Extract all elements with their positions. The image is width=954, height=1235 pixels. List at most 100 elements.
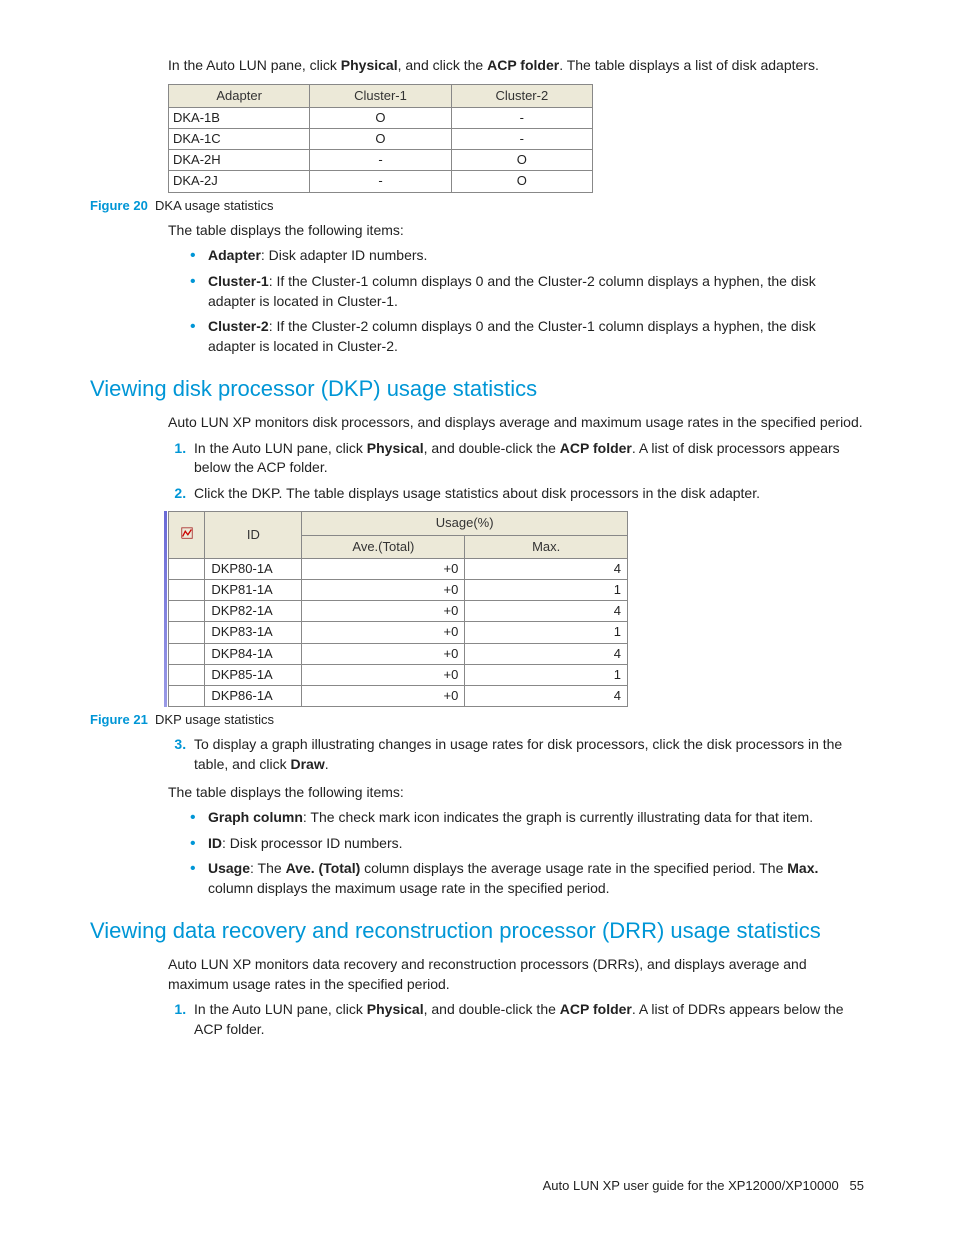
table-row: DKA-2H-O <box>169 150 593 171</box>
cell: - <box>310 150 451 171</box>
cell: 1 <box>465 580 628 601</box>
cell: O <box>451 150 592 171</box>
text: : If the Cluster-2 column displays 0 and… <box>208 318 816 354</box>
paragraph: Auto LUN XP monitors data recovery and r… <box>168 955 864 994</box>
table-row: DKP81-1A+01 <box>169 580 628 601</box>
bold-term: Cluster-1 <box>208 273 269 289</box>
cell: 4 <box>465 685 628 706</box>
figure-20-caption: Figure 20 DKA usage statistics <box>90 197 864 215</box>
scrollbar-indicator <box>164 511 167 707</box>
bold-term: Usage <box>208 860 250 876</box>
bold-max: Max. <box>787 860 818 876</box>
bold-acp-folder: ACP folder <box>487 57 559 73</box>
table-header-row: Adapter Cluster-1 Cluster-2 <box>169 84 593 107</box>
cell: +0 <box>302 580 465 601</box>
text: : If the Cluster-1 column displays 0 and… <box>208 273 816 309</box>
col-cluster2: Cluster-2 <box>451 84 592 107</box>
cell: - <box>451 128 592 149</box>
dka-table-wrap: Adapter Cluster-1 Cluster-2 DKA-1BO- DKA… <box>168 84 864 193</box>
text: , and double-click the <box>424 1001 560 1017</box>
paragraph: The table displays the following items: <box>168 783 864 803</box>
list-item: In the Auto LUN pane, click Physical, an… <box>190 439 864 478</box>
paragraph: The table displays the following items: <box>168 221 864 241</box>
figure-title: DKP usage statistics <box>155 712 274 727</box>
table-header-row: ID Usage(%) <box>169 512 628 535</box>
text: column displays the average usage rate i… <box>360 860 787 876</box>
dkp-table: ID Usage(%) Ave.(Total) Max. DKP80-1A+04… <box>168 511 628 707</box>
cell <box>169 622 205 643</box>
dkp-table-wrap: ID Usage(%) Ave.(Total) Max. DKP80-1A+04… <box>168 511 864 707</box>
table-row: DKP82-1A+04 <box>169 601 628 622</box>
bold-acp-folder: ACP folder <box>560 440 632 456</box>
cell: 4 <box>465 643 628 664</box>
text: In the Auto LUN pane, click <box>168 57 341 73</box>
cell: 4 <box>465 601 628 622</box>
figure-number: Figure 21 <box>90 712 148 727</box>
table-row: DKP84-1A+04 <box>169 643 628 664</box>
cell <box>169 664 205 685</box>
bold-term: Graph column <box>208 809 303 825</box>
text: . The table displays a list of disk adap… <box>559 57 819 73</box>
list-item: Cluster-1: If the Cluster-1 column displ… <box>190 272 864 311</box>
text: , and double-click the <box>424 440 560 456</box>
ordered-list-drr: In the Auto LUN pane, click Physical, an… <box>90 1000 864 1039</box>
cell: - <box>310 171 451 192</box>
cell: +0 <box>302 558 465 579</box>
heading-drr: Viewing data recovery and reconstruction… <box>90 916 864 947</box>
cell: DKA-1C <box>169 128 310 149</box>
table-row: DKP83-1A+01 <box>169 622 628 643</box>
page-footer: Auto LUN XP user guide for the XP12000/X… <box>543 1177 864 1195</box>
text: : The <box>250 860 286 876</box>
col-max: Max. <box>465 535 628 558</box>
cell: DKA-2H <box>169 150 310 171</box>
col-cluster1: Cluster-1 <box>310 84 451 107</box>
cell: DKP80-1A <box>205 558 302 579</box>
cell: +0 <box>302 643 465 664</box>
cell: DKP86-1A <box>205 685 302 706</box>
cell: +0 <box>302 622 465 643</box>
text: : The check mark icon indicates the grap… <box>303 809 813 825</box>
cell: DKP81-1A <box>205 580 302 601</box>
text: column displays the maximum usage rate i… <box>208 880 610 896</box>
list-item: Adapter: Disk adapter ID numbers. <box>190 246 864 266</box>
cell: +0 <box>302 685 465 706</box>
text: , and click the <box>398 57 488 73</box>
bold-physical: Physical <box>341 57 398 73</box>
dka-table: Adapter Cluster-1 Cluster-2 DKA-1BO- DKA… <box>168 84 593 193</box>
col-ave: Ave.(Total) <box>302 535 465 558</box>
bold-term: Adapter <box>208 247 261 263</box>
heading-dkp: Viewing disk processor (DKP) usage stati… <box>90 374 864 405</box>
table-row: DKA-1CO- <box>169 128 593 149</box>
bold-physical: Physical <box>367 440 424 456</box>
cell: O <box>451 171 592 192</box>
col-id: ID <box>205 512 302 558</box>
graph-check-icon <box>180 526 194 540</box>
list-item: In the Auto LUN pane, click Physical, an… <box>190 1000 864 1039</box>
col-adapter: Adapter <box>169 84 310 107</box>
table-row: DKP85-1A+01 <box>169 664 628 685</box>
paragraph: Auto LUN XP monitors disk processors, an… <box>168 413 864 433</box>
page-number: 55 <box>850 1178 864 1193</box>
text: : Disk adapter ID numbers. <box>261 247 428 263</box>
list-item: Usage: The Ave. (Total) column displays … <box>190 859 864 898</box>
cell: DKP82-1A <box>205 601 302 622</box>
bold-ave: Ave. (Total) <box>286 860 361 876</box>
cell: DKA-2J <box>169 171 310 192</box>
cell <box>169 685 205 706</box>
cell: +0 <box>302 664 465 685</box>
cell <box>169 558 205 579</box>
footer-text: Auto LUN XP user guide for the XP12000/X… <box>543 1178 839 1193</box>
col-usage: Usage(%) <box>302 512 628 535</box>
figure-title: DKA usage statistics <box>155 198 274 213</box>
cell: DKA-1B <box>169 107 310 128</box>
cell: 1 <box>465 622 628 643</box>
bold-term: Cluster-2 <box>208 318 269 334</box>
list-item: Cluster-2: If the Cluster-2 column displ… <box>190 317 864 356</box>
text: . <box>325 756 329 772</box>
bullet-list-1: Adapter: Disk adapter ID numbers. Cluste… <box>90 246 864 356</box>
text: : Disk processor ID numbers. <box>222 835 403 851</box>
cell: 1 <box>465 664 628 685</box>
list-item: Graph column: The check mark icon indica… <box>190 808 864 828</box>
list-item: To display a graph illustrating changes … <box>190 735 864 774</box>
col-graph-icon <box>169 512 205 558</box>
